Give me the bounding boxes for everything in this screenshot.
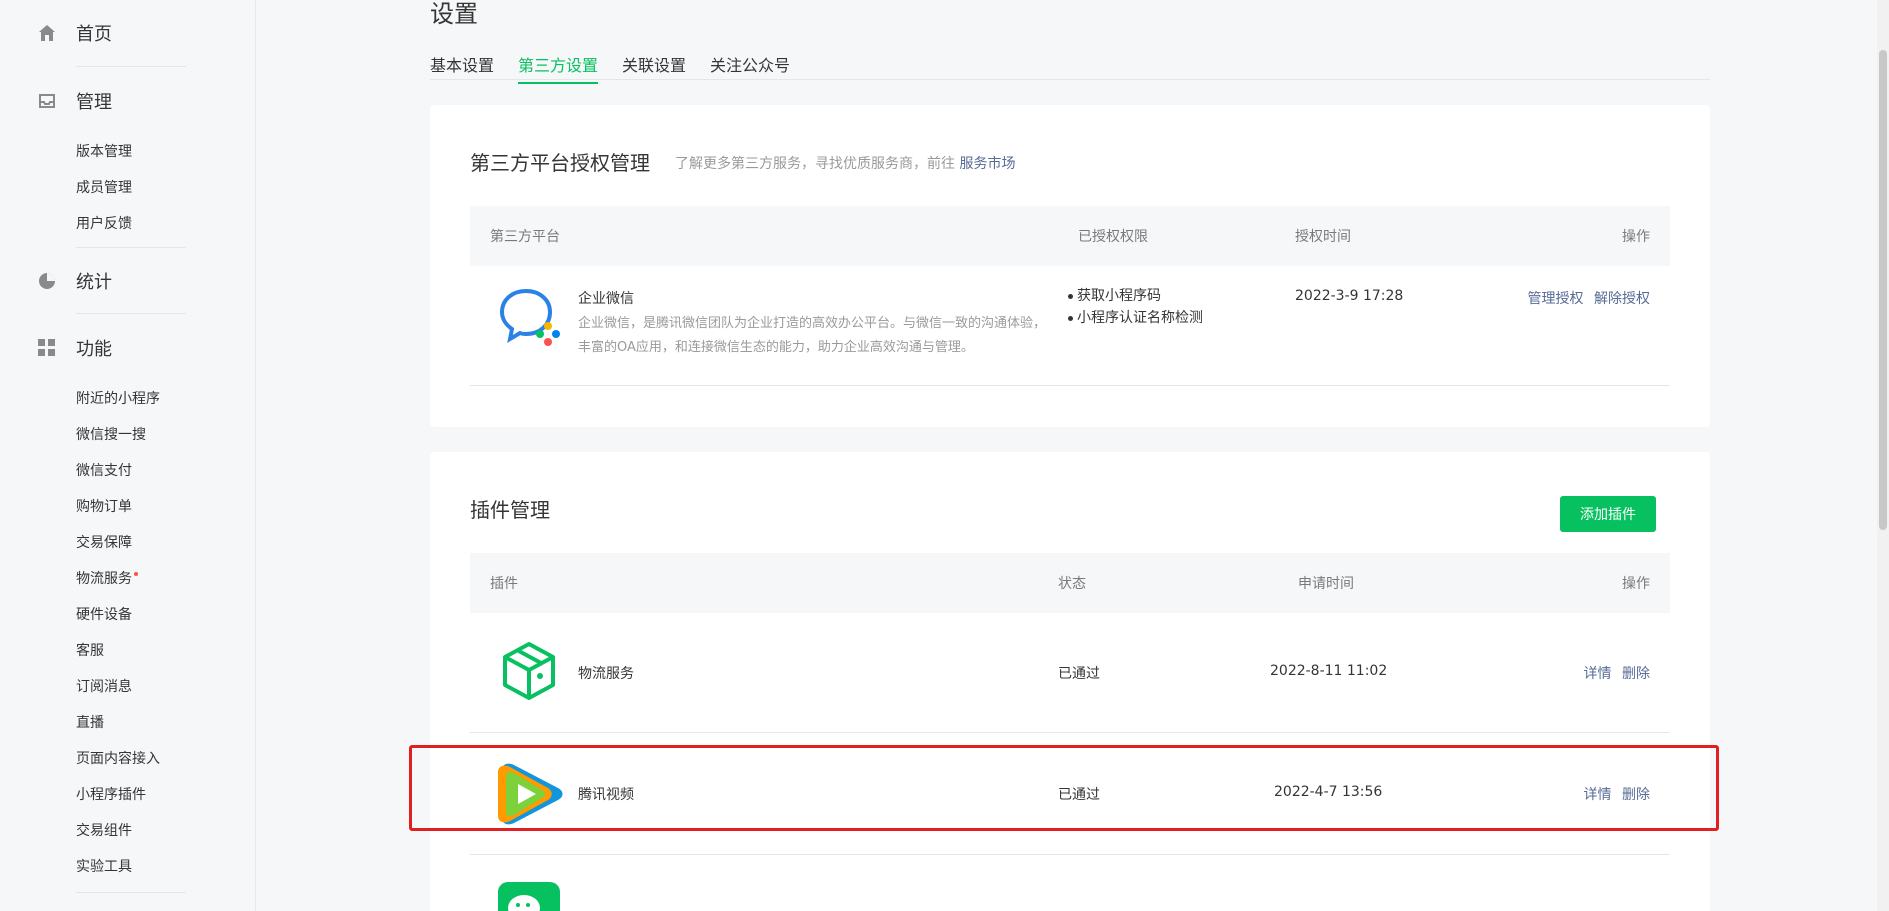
tab-basic[interactable]: 基本设置: [430, 52, 494, 82]
tab-third-party[interactable]: 第三方设置: [518, 52, 599, 84]
inbox-icon: [36, 90, 58, 112]
sidebar: 首页 管理 版本管理 成员管理 用户反馈 统计 功能 附近的小程序 微信搜一搜: [0, 0, 256, 911]
column-header: 插件: [490, 576, 518, 592]
plugin-title: 插件管理: [470, 498, 550, 522]
third-party-card: 第三方平台授权管理 了解更多第三方服务，寻找优质服务商，前往 服务市场 第三方平…: [430, 105, 1710, 427]
sidebar-item-version[interactable]: 版本管理: [76, 141, 132, 161]
nav-features-label: 功能: [76, 339, 112, 360]
platform-desc: 企业微信，是腾讯微信团队为企业打造的高效办公平台。与微信一致的沟通体验，丰富的O…: [578, 316, 1047, 355]
divider: [76, 247, 186, 248]
sidebar-item-trade[interactable]: 交易组件: [76, 820, 132, 840]
divider: [76, 313, 186, 314]
home-icon: [36, 22, 58, 44]
column-header: 申请时间: [1298, 576, 1354, 592]
sidebar-item-members[interactable]: 成员管理: [76, 177, 132, 197]
platform-name: 企业微信: [578, 291, 634, 307]
grid-icon: [36, 337, 58, 359]
column-header: 第三方平台: [490, 229, 560, 245]
sidebar-item-subscribe[interactable]: 订阅消息: [76, 676, 132, 696]
row-actions: 详情 删除: [1578, 663, 1650, 683]
page-title: 设置: [430, 0, 478, 28]
pie-chart-icon: [36, 270, 58, 292]
plugin-table-header: 插件 状态 申请时间 操作: [470, 553, 1670, 613]
sidebar-item-feedback[interactable]: 用户反馈: [76, 213, 132, 233]
nav-manage[interactable]: 管理: [36, 88, 186, 114]
scrollbar[interactable]: [1877, 0, 1889, 911]
app-root: 首页 管理 版本管理 成员管理 用户反馈 统计 功能 附近的小程序 微信搜一搜: [0, 0, 1889, 911]
nav-home[interactable]: 首页: [36, 20, 186, 46]
column-header: 授权时间: [1295, 229, 1351, 245]
sidebar-item-live[interactable]: 直播: [76, 712, 104, 732]
manage-auth-link[interactable]: 管理授权: [1528, 291, 1584, 307]
add-plugin-button[interactable]: 添加插件: [1560, 496, 1656, 532]
apply-time: 2022-8-11 11:02: [1270, 663, 1388, 679]
sidebar-item-lab[interactable]: 实验工具: [76, 856, 132, 876]
sidebar-item-guarantee[interactable]: 交易保障: [76, 532, 132, 552]
sidebar-item-orders[interactable]: 购物订单: [76, 496, 132, 516]
service-market-link[interactable]: 服务市场: [959, 156, 1015, 172]
logistics-box-icon: [500, 640, 558, 706]
details-link[interactable]: 详情: [1584, 666, 1612, 682]
scrollbar-thumb[interactable]: [1879, 50, 1887, 530]
column-header: 操作: [1622, 229, 1650, 245]
wecom-logo-icon: [498, 285, 564, 351]
third-party-tip: 了解更多第三方服务，寻找优质服务商，前往 服务市场: [675, 153, 1015, 173]
sidebar-item-hardware[interactable]: 硬件设备: [76, 604, 132, 624]
sidebar-item-logistics[interactable]: 物流服务: [76, 568, 138, 588]
tab-bar: 基本设置 第三方设置 关联设置 关注公众号: [430, 48, 1710, 84]
sidebar-item-nearby[interactable]: 附近的小程序: [76, 388, 160, 408]
sidebar-item-logistics-label: 物流服务: [76, 571, 132, 587]
delete-link[interactable]: 删除: [1622, 666, 1650, 682]
third-party-table-header: 第三方平台 已授权权限 授权时间 操作: [470, 206, 1670, 266]
column-header: 已授权权限: [1078, 229, 1148, 245]
highlight-box: [409, 745, 1719, 831]
sidebar-item-search[interactable]: 微信搜一搜: [76, 424, 146, 444]
sidebar-item-pay[interactable]: 微信支付: [76, 460, 132, 480]
sidebar-item-plugin[interactable]: 小程序插件: [76, 784, 146, 804]
permission-list: 获取小程序码 小程序认证名称检测: [1068, 285, 1203, 329]
auth-time: 2022-3-9 17:28: [1295, 288, 1404, 304]
notification-dot: [134, 572, 138, 576]
permission-item: 小程序认证名称检测: [1068, 307, 1203, 329]
divider: [470, 854, 1670, 855]
plugin-status: 已通过: [1058, 666, 1100, 682]
sidebar-item-service[interactable]: 客服: [76, 640, 104, 660]
permission-item: 获取小程序码: [1068, 285, 1203, 307]
divider: [470, 732, 1670, 733]
tab-related[interactable]: 关联设置: [622, 52, 686, 82]
nav-manage-label: 管理: [76, 92, 112, 113]
sidebar-item-content[interactable]: 页面内容接入: [76, 748, 160, 768]
wechat-app-icon: [498, 882, 560, 911]
divider: [76, 892, 186, 893]
tip-text: 了解更多第三方服务，寻找优质服务商，前往: [675, 156, 955, 172]
row-actions: 管理授权 解除授权: [1522, 288, 1650, 308]
nav-features[interactable]: 功能: [36, 335, 186, 361]
plugin-card: 插件管理 添加插件 插件 状态 申请时间 操作 物流服务 已通过 2022-8-…: [430, 452, 1710, 911]
plugin-name: 物流服务: [578, 666, 634, 682]
nav-stats[interactable]: 统计: [36, 268, 186, 294]
column-header: 操作: [1622, 576, 1650, 592]
divider: [470, 385, 1670, 386]
divider: [76, 66, 186, 67]
nav-stats-label: 统计: [76, 272, 112, 293]
column-header: 状态: [1058, 576, 1086, 592]
revoke-auth-link[interactable]: 解除授权: [1594, 291, 1650, 307]
nav-home-label: 首页: [76, 24, 112, 45]
third-party-title: 第三方平台授权管理: [470, 151, 650, 175]
tab-follow-account[interactable]: 关注公众号: [710, 52, 790, 82]
